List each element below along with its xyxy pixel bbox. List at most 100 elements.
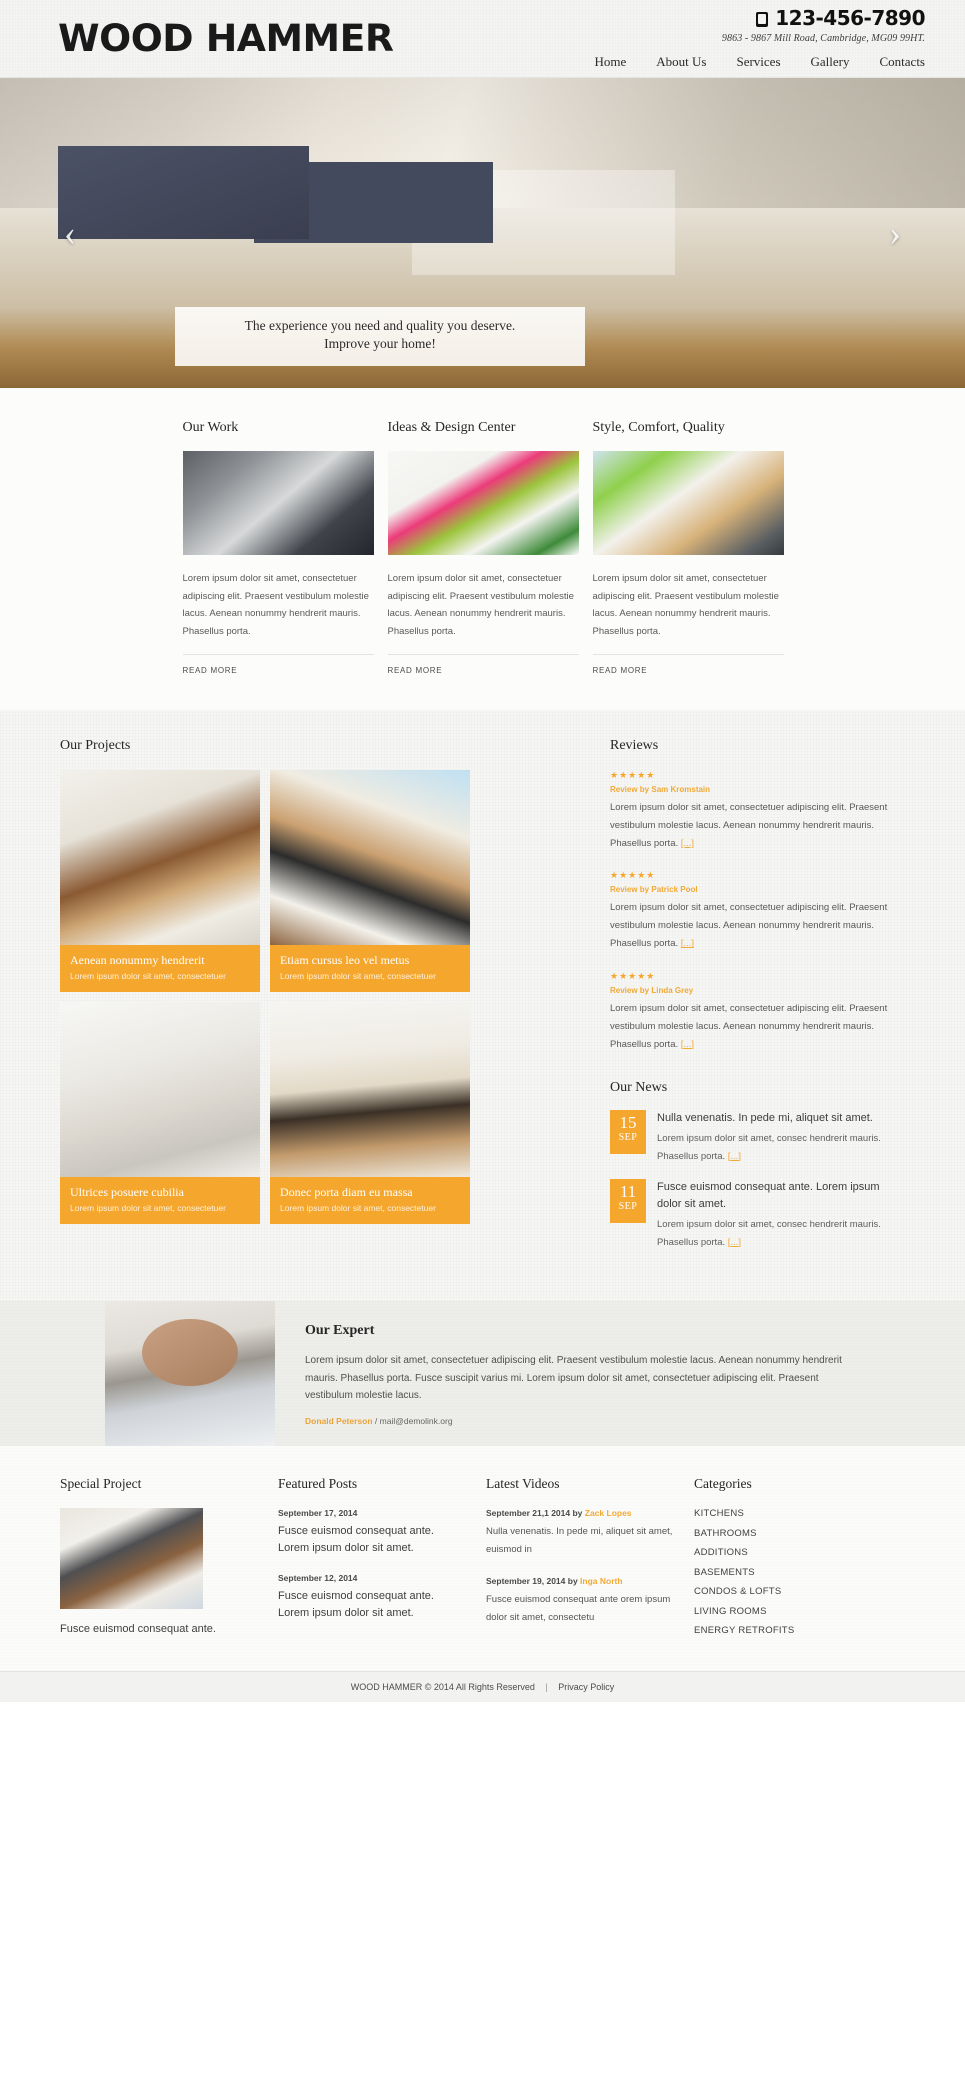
project-image-placeholder xyxy=(270,1002,470,1178)
privacy-policy-link[interactable]: Privacy Policy xyxy=(558,1682,614,1692)
footer-column-special-project: Special Project Fusce euismod consequat … xyxy=(60,1476,278,1645)
feature-thumbnail[interactable] xyxy=(592,451,784,555)
category-item-additions[interactable]: ADDITIONS xyxy=(694,1547,876,1558)
project-subtitle: Lorem ipsum dolor sit amet, consectetuer xyxy=(280,971,436,982)
copyright-separator: | xyxy=(545,1681,548,1692)
feature-read-more-link[interactable]: READ MORE xyxy=(183,666,238,675)
rating-stars-icon: ★★★★★ xyxy=(610,970,656,981)
news-date-day: 15 xyxy=(619,1112,637,1132)
review-more-link[interactable]: [...] xyxy=(681,838,694,849)
expert-signature: Donald Peterson / mail@demolink.org xyxy=(305,1416,865,1426)
category-item-kitchens[interactable]: KITCHENS xyxy=(694,1508,876,1519)
news-more-link[interactable]: [...] xyxy=(728,1151,741,1162)
review-author-name[interactable]: Sam Kromstain xyxy=(651,785,710,794)
project-title: Ultrices posuere cubilia xyxy=(70,1185,184,1200)
project-card[interactable]: Aenean nonummy hendrerit Lorem ipsum dol… xyxy=(60,770,260,993)
feature-read-more-link[interactable]: READ MORE xyxy=(593,666,648,675)
project-image xyxy=(270,1002,470,1178)
latest-video-item: September 19, 2014 by Inga North Fusce e… xyxy=(486,1576,676,1627)
news-body: Nulla venenatis. In pede mi, aliquet sit… xyxy=(657,1110,905,1166)
nav-item-home[interactable]: Home xyxy=(594,54,626,70)
phone-number[interactable]: 123-456-7890 xyxy=(505,6,925,30)
nav-item-gallery[interactable]: Gallery xyxy=(811,54,850,70)
project-image xyxy=(60,770,260,946)
review-author-line: Review by Linda Grey xyxy=(610,986,905,995)
news-more-link[interactable]: [...] xyxy=(728,1237,741,1248)
divider xyxy=(387,654,579,656)
category-item-condos-lofts[interactable]: CONDOS & LOFTS xyxy=(694,1586,876,1597)
review-text: Lorem ipsum dolor sit amet, consectetuer… xyxy=(610,799,905,853)
featured-post-text[interactable]: Fusce euismod consequat ante. Lorem ipsu… xyxy=(278,1523,468,1556)
special-project-image-placeholder xyxy=(60,1508,203,1610)
hero-slider: ‹ › The experience you need and quality … xyxy=(0,78,965,388)
review-by-label: Review by xyxy=(610,985,652,995)
site-footer: Special Project Fusce euismod consequat … xyxy=(0,1446,965,1671)
feature-thumbnail[interactable] xyxy=(387,451,579,555)
video-date-line: September 19, 2014 by Inga North xyxy=(486,1576,676,1586)
project-card[interactable]: Ultrices posuere cubilia Lorem ipsum dol… xyxy=(60,1002,260,1225)
slider-next-arrow[interactable]: › xyxy=(889,215,901,251)
nav-item-about-us[interactable]: About Us xyxy=(656,54,706,70)
project-card[interactable]: Donec porta diam eu massa Lorem ipsum do… xyxy=(270,1002,470,1225)
news-text: Lorem ipsum dolor sit amet, consec hendr… xyxy=(657,1130,905,1165)
special-project-caption: Fusce euismod consequat ante. xyxy=(60,1623,216,1636)
review-author-name[interactable]: Linda Grey xyxy=(651,986,693,995)
project-subtitle: Lorem ipsum dolor sit amet, consectetuer xyxy=(280,1203,436,1214)
special-project-thumbnail[interactable] xyxy=(60,1508,203,1610)
project-image xyxy=(270,770,470,946)
video-author[interactable]: Zack Lopes xyxy=(585,1508,632,1518)
review-body: Lorem ipsum dolor sit amet, consectetuer… xyxy=(610,1002,888,1050)
project-image-placeholder xyxy=(270,770,470,946)
category-item-bathrooms[interactable]: BATHROOMS xyxy=(694,1528,876,1539)
project-image xyxy=(60,1002,260,1178)
slider-prev-arrow[interactable]: ‹ xyxy=(64,215,76,251)
project-subtitle: Lorem ipsum dolor sit amet, consectetuer xyxy=(70,1203,226,1214)
featured-post-text[interactable]: Fusce euismod consequat ante. Lorem ipsu… xyxy=(278,1588,468,1621)
expert-text: Lorem ipsum dolor sit amet, consectetuer… xyxy=(305,1355,842,1402)
feature-title: Style, Comfort, Quality xyxy=(592,420,725,435)
feature-image-placeholder xyxy=(387,451,579,555)
news-headline[interactable]: Fusce euismod consequat ante. Lorem ipsu… xyxy=(657,1179,905,1212)
news-body: Fusce euismod consequat ante. Lorem ipsu… xyxy=(657,1179,905,1251)
feature-card-ideas-design-center: Ideas & Design Center Lorem ipsum dolor … xyxy=(387,420,579,676)
phone-icon xyxy=(756,11,769,27)
divider xyxy=(182,654,374,656)
nav-item-contacts[interactable]: Contacts xyxy=(880,54,926,70)
category-item-energy-retrofits[interactable]: ENERGY RETROFITS xyxy=(694,1625,876,1636)
divider xyxy=(592,654,784,656)
project-title: Donec porta diam eu massa xyxy=(280,1185,413,1200)
video-author[interactable]: Inga North xyxy=(580,1576,623,1586)
review-body: Lorem ipsum dolor sit amet, consectetuer… xyxy=(610,802,888,850)
feature-card-style-comfort-quality: Style, Comfort, Quality Lorem ipsum dolo… xyxy=(592,420,784,676)
video-by-label: by xyxy=(570,1508,585,1519)
project-card[interactable]: Etiam cursus leo vel metus Lorem ipsum d… xyxy=(270,770,470,993)
footer-column-categories: Categories KITCHENS BATHROOMS ADDITIONS … xyxy=(694,1476,894,1645)
feature-thumbnail[interactable] xyxy=(182,451,374,555)
news-item: 11 SEP Fusce euismod consequat ante. Lor… xyxy=(610,1179,905,1251)
projects-column: Our Projects Aenean nonummy hendrerit Lo… xyxy=(60,738,600,1265)
hero-caption: The experience you need and quality you … xyxy=(175,306,585,366)
header-right: 123-456-7890 9863 - 9867 Mill Road, Camb… xyxy=(505,6,925,70)
featured-post-item: September 12, 2014 Fusce euismod consequ… xyxy=(278,1573,468,1621)
review-more-link[interactable]: [...] xyxy=(681,938,694,949)
category-item-basements[interactable]: BASEMENTS xyxy=(694,1567,876,1578)
review-author-name[interactable]: Patrick Pool xyxy=(651,885,697,894)
site-header: WOOD HAMMER 123-456-7890 9863 - 9867 Mil… xyxy=(0,0,965,78)
feature-read-more-link[interactable]: READ MORE xyxy=(388,666,443,675)
news-date-badge: 15 SEP xyxy=(610,1109,646,1154)
expert-name[interactable]: Donald Peterson xyxy=(305,1416,373,1426)
features-section: Our Work Lorem ipsum dolor sit amet, con… xyxy=(0,388,965,711)
news-item: 15 SEP Nulla venenatis. In pede mi, aliq… xyxy=(610,1109,905,1166)
news-headline[interactable]: Nulla venenatis. In pede mi, aliquet sit… xyxy=(657,1110,905,1127)
site-logo[interactable]: WOOD HAMMER xyxy=(58,20,394,57)
review-author-line: Review by Sam Kromstain xyxy=(610,785,905,794)
news-text: Lorem ipsum dolor sit amet, consec hendr… xyxy=(657,1216,905,1251)
news-date-month: SEP xyxy=(618,1131,638,1143)
news-date-badge: 11 SEP xyxy=(610,1179,646,1224)
hero-caption-line2: Improve your home! xyxy=(324,336,436,352)
nav-item-services[interactable]: Services xyxy=(736,54,780,70)
review-text: Lorem ipsum dolor sit amet, consectetuer… xyxy=(610,1000,905,1054)
expert-email[interactable]: mail@demolink.org xyxy=(380,1416,453,1426)
review-more-link[interactable]: [...] xyxy=(681,1039,694,1050)
category-item-living-rooms[interactable]: LIVING ROOMS xyxy=(694,1606,876,1617)
